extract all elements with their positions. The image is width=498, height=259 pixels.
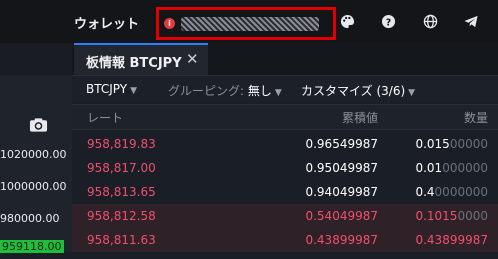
row-quantity: 0.10150000	[415, 209, 488, 223]
pair-select-value: BTCJPY	[86, 82, 128, 96]
svg-text:?: ?	[385, 17, 390, 28]
grouping-value: 無し	[247, 84, 272, 98]
wallet-menu[interactable]: ウォレット	[74, 13, 139, 32]
globe-icon[interactable]	[422, 13, 438, 29]
row-cumulative: 0.96549987	[305, 137, 378, 151]
customize-select[interactable]: カスタマイズ (3/6) ▼	[301, 82, 415, 99]
row-price: 958,819.83	[87, 137, 156, 151]
telegram-icon[interactable]	[463, 13, 479, 29]
price-axis-label: 980000.00	[0, 212, 60, 225]
row-price: 958,813.65	[87, 185, 156, 199]
dropdown-arrow-icon: ▼	[274, 88, 282, 98]
orderbook-row[interactable]: 958,817.00 0.95049987 0.01000000	[72, 156, 498, 180]
left-chart-panel: 1020000.00 1000000.00 980000.00 959118.0…	[0, 43, 72, 253]
help-icon[interactable]: ?	[380, 13, 396, 29]
close-icon[interactable]: ✕	[186, 50, 199, 68]
info-icon: i	[164, 18, 175, 29]
column-cumulative: 累積値	[341, 111, 378, 125]
row-quantity: 0.43899987	[415, 233, 488, 247]
price-axis-label: 1000000.00	[0, 180, 67, 193]
row-price: 958,811.63	[87, 233, 156, 247]
orderbook-row[interactable]: 958,813.65 0.94049987 0.40000000	[72, 180, 498, 204]
pair-select[interactable]: BTCJPY ▼	[86, 82, 137, 96]
row-price: 958,817.00	[87, 161, 156, 175]
palette-icon[interactable]	[339, 13, 355, 29]
camera-icon[interactable]	[29, 117, 48, 137]
orderbook-row[interactable]: 958,811.63 0.43899987 0.43899987	[72, 228, 498, 252]
price-axis-label: 1020000.00	[0, 148, 67, 161]
orderbook-row[interactable]: 958,812.58 0.54049987 0.10150000	[72, 204, 498, 228]
top-bar: ウォレット i ?	[0, 0, 498, 43]
tab-bar: 板情報 BTCJPY ✕	[72, 43, 498, 76]
current-price-label: 959118.00	[0, 240, 64, 253]
left-panel-header	[0, 43, 72, 75]
row-cumulative: 0.94049987	[305, 185, 378, 199]
orderbook-controls: BTCJPY ▼ グルーピング: 無し ▼ カスタマイズ (3/6) ▼	[72, 76, 498, 102]
column-rate: レート	[87, 111, 124, 125]
tab-order-book[interactable]: 板情報 BTCJPY ✕	[74, 43, 208, 75]
masked-account-id	[181, 17, 319, 31]
grouping-select[interactable]: グルーピング: 無し ▼	[168, 82, 282, 99]
row-cumulative: 0.43899987	[305, 233, 378, 247]
row-cumulative: 0.54049987	[305, 209, 378, 223]
row-cumulative: 0.95049987	[305, 161, 378, 175]
dropdown-arrow-icon: ▼	[130, 86, 138, 96]
row-quantity: 0.01500000	[415, 137, 488, 151]
customize-label: カスタマイズ (3/6)	[301, 84, 406, 98]
orderbook-column-headers: レート 累積値 数量	[72, 104, 498, 130]
orderbook-row[interactable]: 958,819.83 0.96549987 0.01500000	[72, 132, 498, 156]
row-quantity: 0.01000000	[415, 161, 488, 175]
column-quantity: 数量	[463, 111, 488, 125]
account-highlight-box[interactable]: i	[156, 7, 336, 40]
row-price: 958,812.58	[87, 209, 156, 223]
row-quantity: 0.40000000	[415, 185, 488, 199]
grouping-label: グルーピング:	[168, 84, 245, 98]
dropdown-arrow-icon: ▼	[408, 88, 416, 98]
tab-title: 板情報 BTCJPY	[86, 56, 182, 71]
